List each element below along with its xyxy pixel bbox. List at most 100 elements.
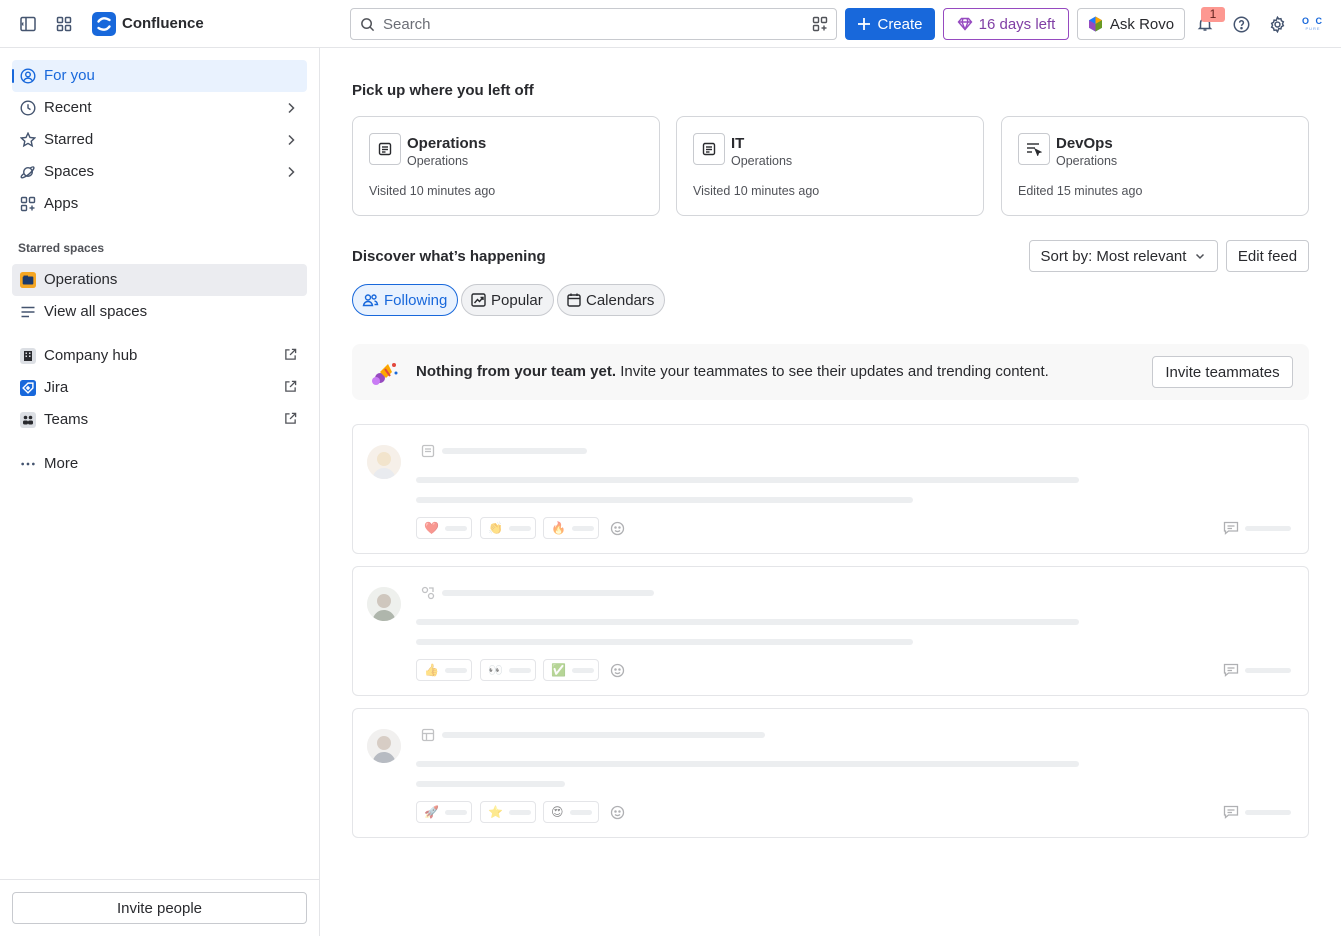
chevron-right-icon[interactable] <box>285 133 297 147</box>
tab-following[interactable]: Following <box>352 284 459 316</box>
sidebar-toggle-icon[interactable] <box>16 12 40 36</box>
tab-popular[interactable]: Popular <box>461 284 554 316</box>
help-icon[interactable] <box>1229 12 1253 36</box>
skeleton-line <box>416 497 913 503</box>
page-icon <box>369 133 401 165</box>
external-link-icon[interactable] <box>284 412 297 425</box>
sidebar-item-jira[interactable]: Jira <box>12 372 307 404</box>
sidebar-item-label: For you <box>44 67 95 84</box>
sidebar-item-operations-space[interactable]: Operations <box>12 264 307 296</box>
sort-dropdown[interactable]: Sort by: Most relevant <box>1029 240 1218 272</box>
avatar-initials: O C <box>1301 16 1324 26</box>
add-reaction-icon[interactable] <box>607 659 629 681</box>
reaction-chip[interactable]: 😍 <box>543 801 599 823</box>
feed-placeholder-card: 👍 👀 ✅ <box>352 566 1309 696</box>
skeleton-line <box>416 639 913 645</box>
reaction-chip[interactable]: 👀 <box>480 659 536 681</box>
trial-label: 16 days left <box>978 15 1056 33</box>
sidebar-item-view-all-spaces[interactable]: View all spaces <box>12 296 307 328</box>
party-icon <box>370 360 400 386</box>
card-status: Edited 15 minutes ago <box>1018 184 1143 198</box>
invite-teammates-button[interactable]: Invite teammates <box>1152 356 1293 388</box>
rovo-icon <box>1088 16 1102 32</box>
chevron-right-icon[interactable] <box>285 101 297 115</box>
skeleton-line <box>416 761 1079 767</box>
ask-rovo-button[interactable]: Ask Rovo <box>1077 8 1185 40</box>
search-icon <box>360 17 375 32</box>
sidebar-item-label: Spaces <box>44 163 95 180</box>
sidebar-item-recent[interactable]: Recent <box>12 92 307 124</box>
external-link-icon[interactable] <box>284 380 297 393</box>
teams-icon <box>20 412 36 428</box>
reaction-chip[interactable]: ❤️ <box>416 517 472 539</box>
skeleton-line <box>442 448 587 454</box>
sidebar-item-label: Starred <box>44 131 94 148</box>
reaction-emoji: 😍 <box>551 805 564 819</box>
reaction-chip[interactable]: 🔥 <box>543 517 599 539</box>
tab-label: Popular <box>491 291 543 309</box>
avatar <box>367 445 401 479</box>
app-name[interactable]: Confluence <box>122 15 204 32</box>
chevron-right-icon[interactable] <box>285 165 297 179</box>
skeleton-line <box>1245 810 1291 815</box>
add-reaction-icon[interactable] <box>607 517 629 539</box>
app-switcher-icon[interactable] <box>52 12 76 36</box>
sidebar-item-label: Apps <box>44 195 79 212</box>
starred-spaces-heading: Starred spaces <box>18 241 105 255</box>
sort-label: Sort by: Most relevant <box>1040 247 1187 265</box>
sidebar-item-starred[interactable]: Starred <box>12 124 307 156</box>
comment-icon[interactable] <box>1223 805 1239 819</box>
comment-icon[interactable] <box>1223 521 1239 535</box>
external-link-icon[interactable] <box>284 348 297 361</box>
tab-label: Following <box>384 291 448 309</box>
plus-icon <box>858 18 871 30</box>
search-filter-icon[interactable] <box>812 16 828 32</box>
create-label: Create <box>877 15 923 33</box>
invite-people-button[interactable]: Invite people <box>12 892 307 924</box>
recent-card-operations[interactable]: Operations Operations Visited 10 minutes… <box>352 116 660 216</box>
sidebar-item-company-hub[interactable]: Company hub <box>12 340 307 372</box>
reaction-emoji: 🔥 <box>551 521 566 535</box>
reaction-chip[interactable]: 🚀 <box>416 801 472 823</box>
sidebar-item-for-you[interactable]: For you <box>12 60 307 92</box>
search-placeholder: Search <box>383 16 431 33</box>
avatar <box>367 587 401 621</box>
card-title: IT <box>731 135 745 152</box>
reaction-chip[interactable]: ✅ <box>543 659 599 681</box>
clock-icon <box>20 100 36 116</box>
create-button[interactable]: Create <box>845 8 935 40</box>
skeleton-line <box>442 590 654 596</box>
user-avatar[interactable]: O C PURE <box>1301 12 1325 36</box>
star-icon <box>20 132 36 148</box>
add-reaction-icon[interactable] <box>607 801 629 823</box>
card-status: Visited 10 minutes ago <box>693 184 820 198</box>
reaction-emoji: ❤️ <box>424 521 439 535</box>
apps-add-icon <box>20 196 36 212</box>
banner-body-text: Invite your teammates to see their updat… <box>616 363 1049 380</box>
diamond-icon <box>957 17 973 31</box>
settings-gear-icon[interactable] <box>1265 12 1289 36</box>
card-title: Operations <box>407 135 487 152</box>
confluence-logo-icon[interactable] <box>92 12 116 36</box>
sidebar-item-apps[interactable]: Apps <box>12 188 307 220</box>
edit-feed-button[interactable]: Edit feed <box>1226 240 1309 272</box>
search-input[interactable]: Search <box>350 8 837 40</box>
tab-calendars[interactable]: Calendars <box>557 284 666 316</box>
reaction-chip[interactable]: ⭐ <box>480 801 536 823</box>
reaction-emoji: 🚀 <box>424 805 439 819</box>
reaction-chip[interactable]: 👍 <box>416 659 472 681</box>
reaction-chip[interactable]: 👏 <box>480 517 536 539</box>
sidebar-item-spaces[interactable]: Spaces <box>12 156 307 188</box>
card-space: Operations <box>731 154 793 168</box>
comment-icon[interactable] <box>1223 663 1239 677</box>
feed-placeholder-card: 🚀 ⭐ 😍 <box>352 708 1309 838</box>
sidebar-item-teams[interactable]: Teams <box>12 404 307 436</box>
recent-card-it[interactable]: IT Operations Visited 10 minutes ago <box>676 116 984 216</box>
more-dots-icon <box>20 456 36 472</box>
calendar-icon <box>567 293 581 307</box>
trial-days-button[interactable]: 16 days left <box>943 8 1069 40</box>
recent-card-devops[interactable]: DevOps Operations Edited 15 minutes ago <box>1001 116 1309 216</box>
operations-space-icon <box>20 272 36 288</box>
people-icon <box>362 294 379 307</box>
sidebar-item-more[interactable]: More <box>12 448 307 480</box>
